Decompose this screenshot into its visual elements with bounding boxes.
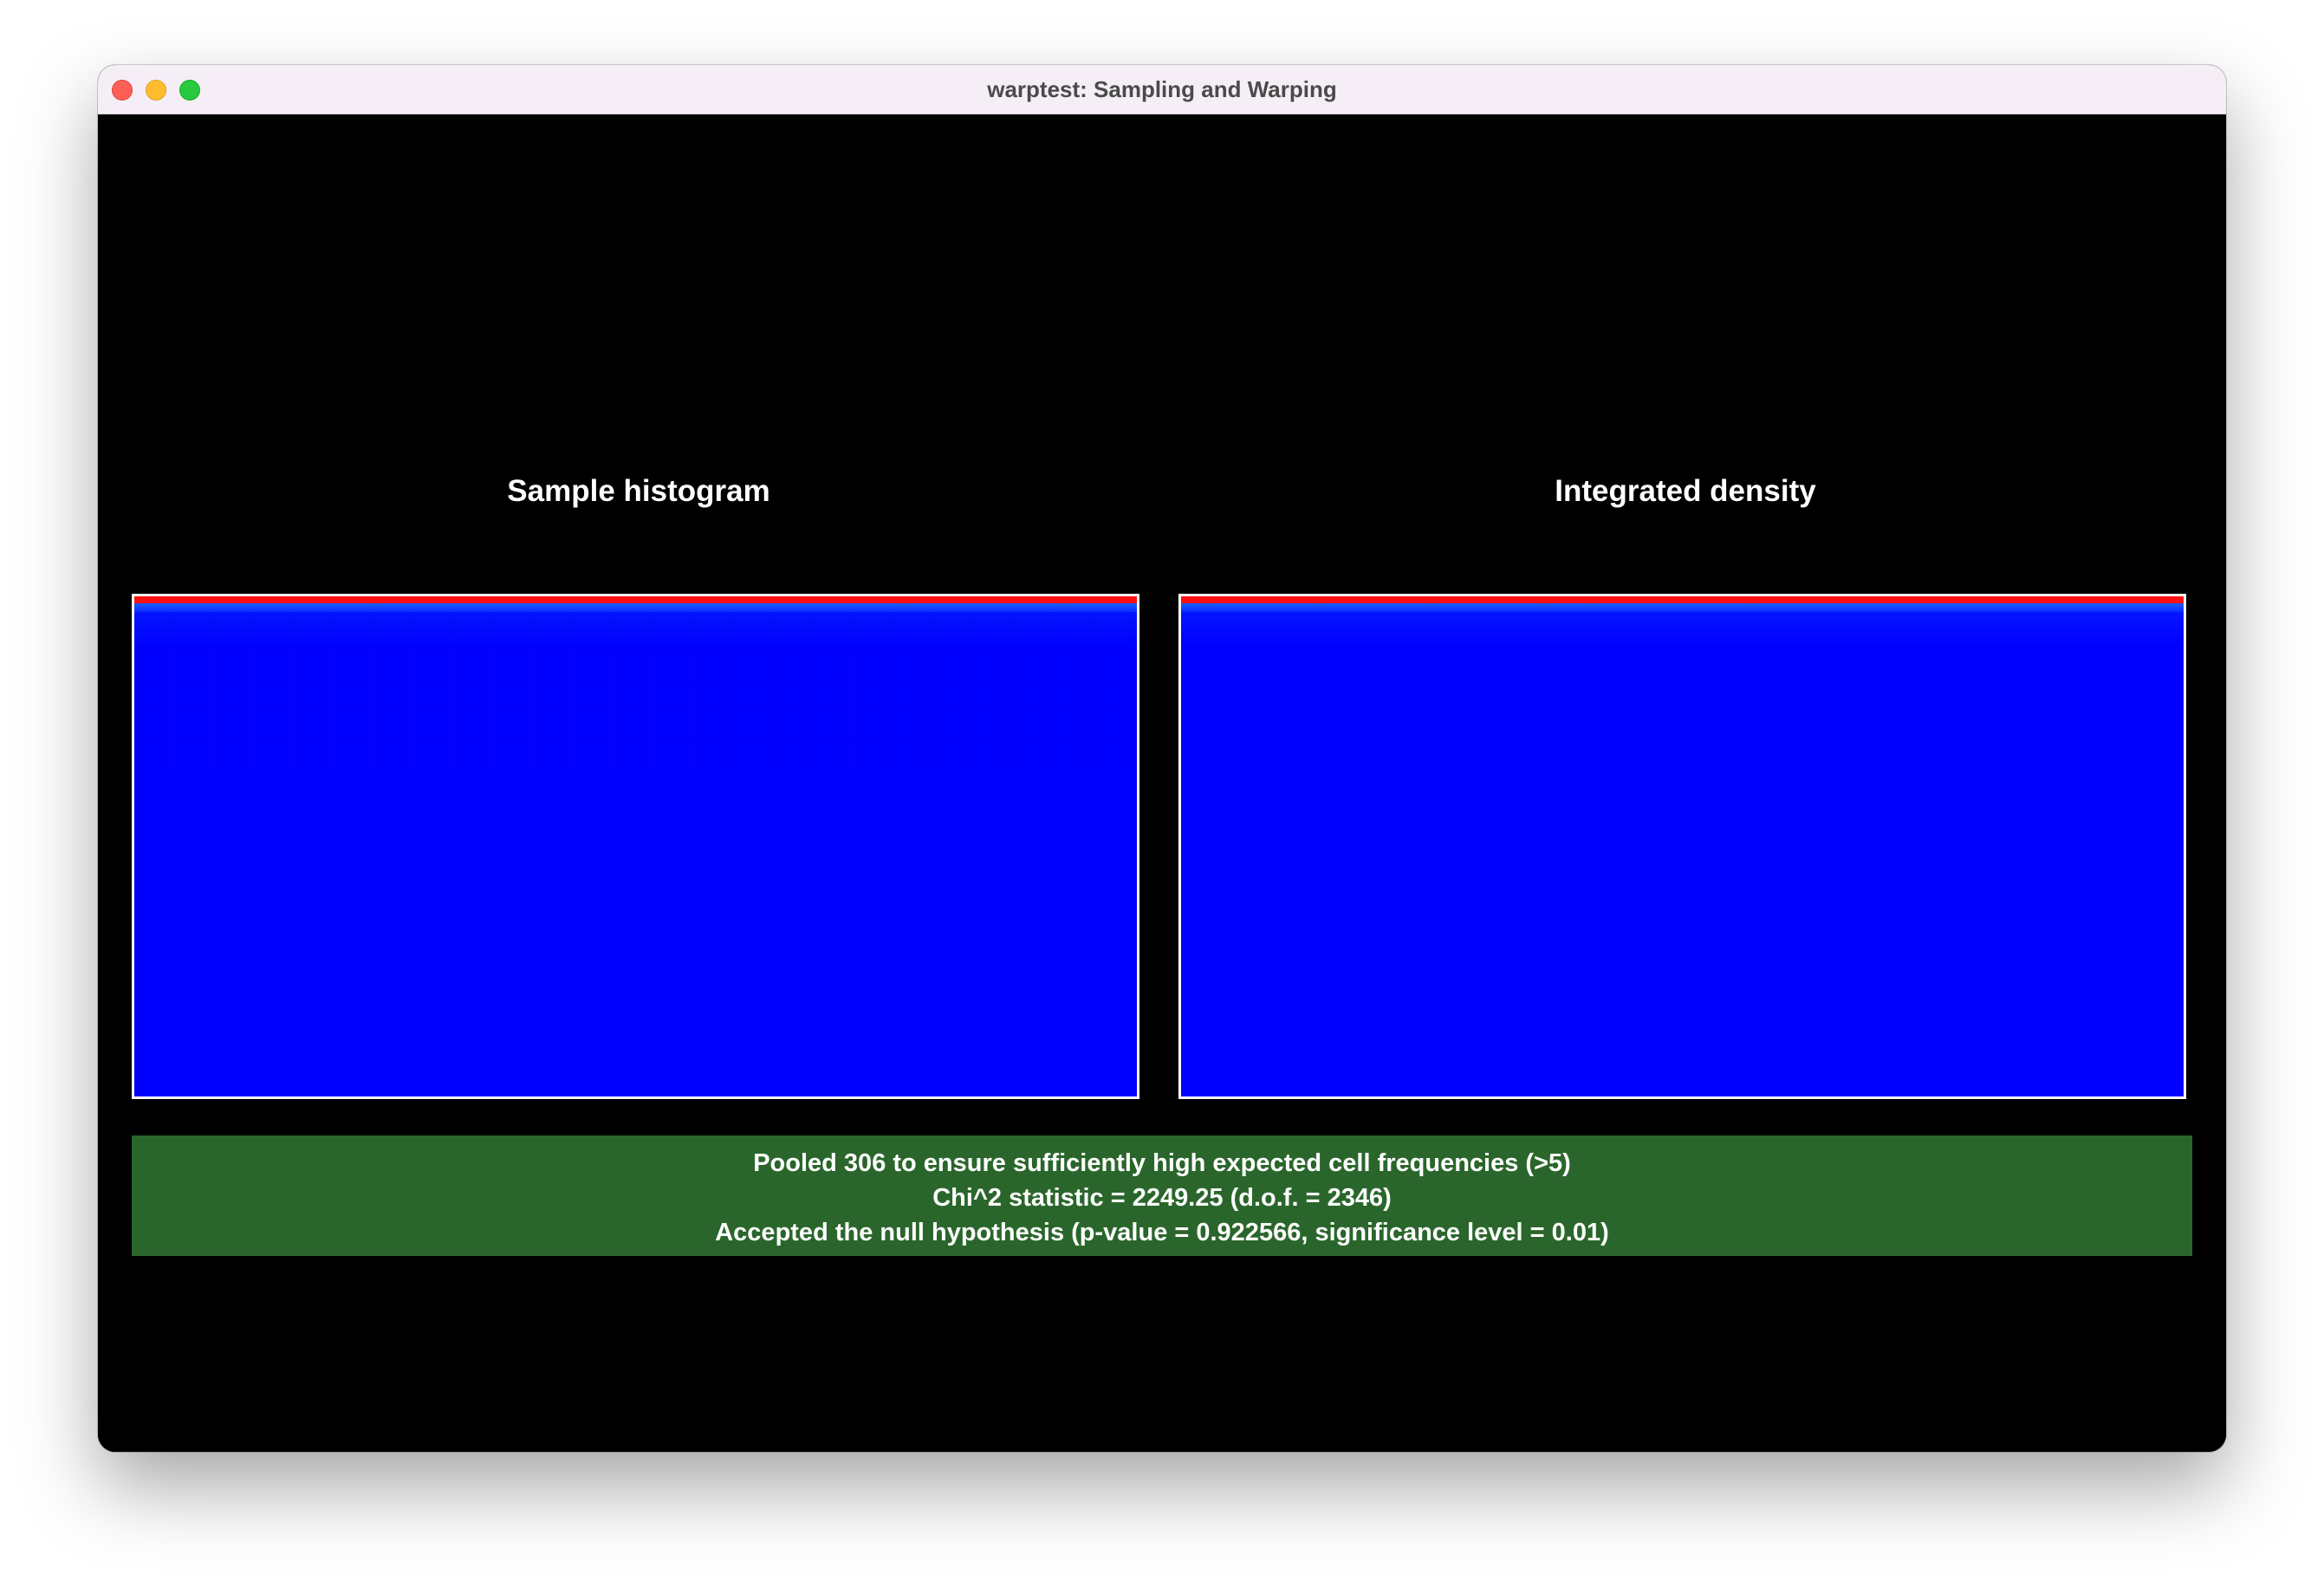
chi-square-statistic: Chi^2 statistic = 2249.25 (d.o.f. = 2346… xyxy=(932,1184,1392,1212)
app-window: warptest: Sampling and Warping Sample hi… xyxy=(98,65,2226,1452)
histogram-high-band xyxy=(134,596,1137,603)
sample-histogram-title: Sample histogram xyxy=(507,474,770,508)
density-high-band xyxy=(1181,596,2184,603)
window-title: warptest: Sampling and Warping xyxy=(987,76,1337,102)
test-result-panel: Pooled 306 to ensure sufficiently high e… xyxy=(132,1135,2192,1256)
sample-histogram-plot xyxy=(132,594,1139,1099)
histogram-noise xyxy=(134,612,1137,768)
pooling-message: Pooled 306 to ensure sufficiently high e… xyxy=(753,1149,1571,1177)
histogram-mid-band xyxy=(134,603,1137,612)
density-mid-band xyxy=(1181,603,2184,612)
hypothesis-result: Accepted the null hypothesis (p-value = … xyxy=(715,1219,1609,1246)
title-bar[interactable]: warptest: Sampling and Warping xyxy=(98,65,2226,114)
content-area: Sample histogram Integrated density Pool… xyxy=(98,114,2226,1452)
integrated-density-title: Integrated density xyxy=(1555,474,1816,508)
integrated-density-plot xyxy=(1178,594,2186,1099)
density-fade-band xyxy=(1181,612,2184,647)
